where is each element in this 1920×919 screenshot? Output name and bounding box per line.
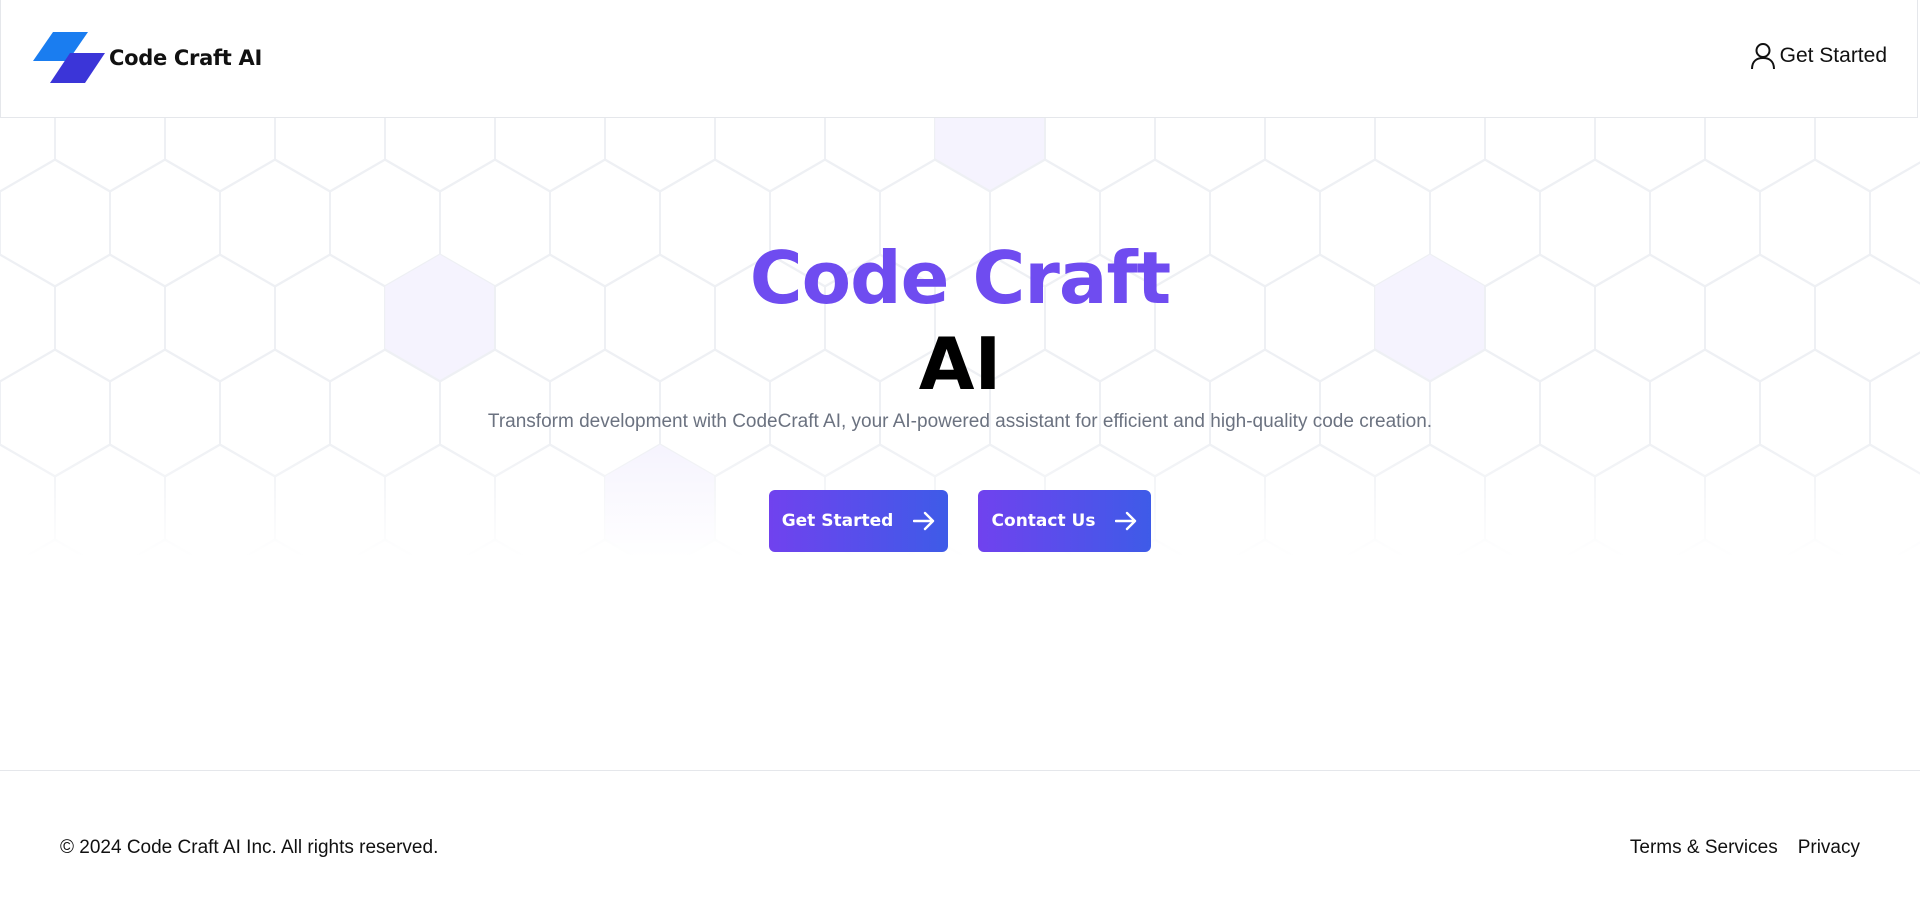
hexagon-cell — [55, 118, 166, 192]
hexagon-cell — [605, 118, 716, 192]
hexagon-cell — [1595, 118, 1706, 192]
hexagon-cell — [1155, 118, 1266, 192]
hexagon-cell — [1265, 118, 1376, 192]
arrow-right-icon — [1115, 511, 1137, 531]
get-started-button[interactable]: Get Started — [769, 490, 948, 552]
hero-title-line2: AI — [0, 324, 1920, 404]
hexagon-cell — [935, 118, 1046, 192]
hexagon-cell — [165, 118, 276, 192]
hexagon-cell — [1485, 118, 1596, 192]
hexagon-cell — [495, 118, 606, 192]
hero-fade — [0, 438, 1920, 558]
user-icon — [1750, 42, 1776, 70]
footer: © 2024 Code Craft AI Inc. All rights res… — [0, 770, 1920, 919]
hexagon-cell — [715, 118, 826, 192]
hexagon-cell — [825, 118, 936, 192]
hexagon-cell — [1815, 118, 1920, 192]
hexagon-cell — [1045, 118, 1156, 192]
contact-us-button-label: Contact Us — [992, 511, 1096, 531]
hero-subtitle: Transform development with CodeCraft AI,… — [0, 411, 1920, 433]
get-started-nav-label: Get Started — [1780, 44, 1887, 68]
arrow-right-icon — [913, 511, 935, 531]
hexagon-cell — [1375, 118, 1486, 192]
contact-us-button[interactable]: Contact Us — [978, 490, 1151, 552]
brand[interactable]: Code Craft AI — [33, 31, 262, 85]
hero-section: Code Craft AI Transform development with… — [0, 118, 1920, 558]
copyright-text: © 2024 Code Craft AI Inc. All rights res… — [60, 837, 438, 859]
hexagon-cell — [385, 118, 496, 192]
hexagon-cell — [1705, 118, 1816, 192]
get-started-button-label: Get Started — [782, 511, 894, 531]
footer-links: Terms & Services Privacy — [1630, 837, 1860, 859]
get-started-nav-button[interactable]: Get Started — [1750, 42, 1887, 70]
hexagon-cell — [275, 118, 386, 192]
terms-link[interactable]: Terms & Services — [1630, 837, 1778, 859]
top-navbar: Code Craft AI Get Started — [0, 0, 1918, 118]
brand-name: Code Craft AI — [109, 46, 262, 70]
parallelogram-logo-icon — [33, 31, 105, 85]
hero-title-line1: Code Craft — [0, 238, 1920, 318]
hexagon-cell — [0, 118, 55, 192]
privacy-link[interactable]: Privacy — [1798, 837, 1860, 859]
